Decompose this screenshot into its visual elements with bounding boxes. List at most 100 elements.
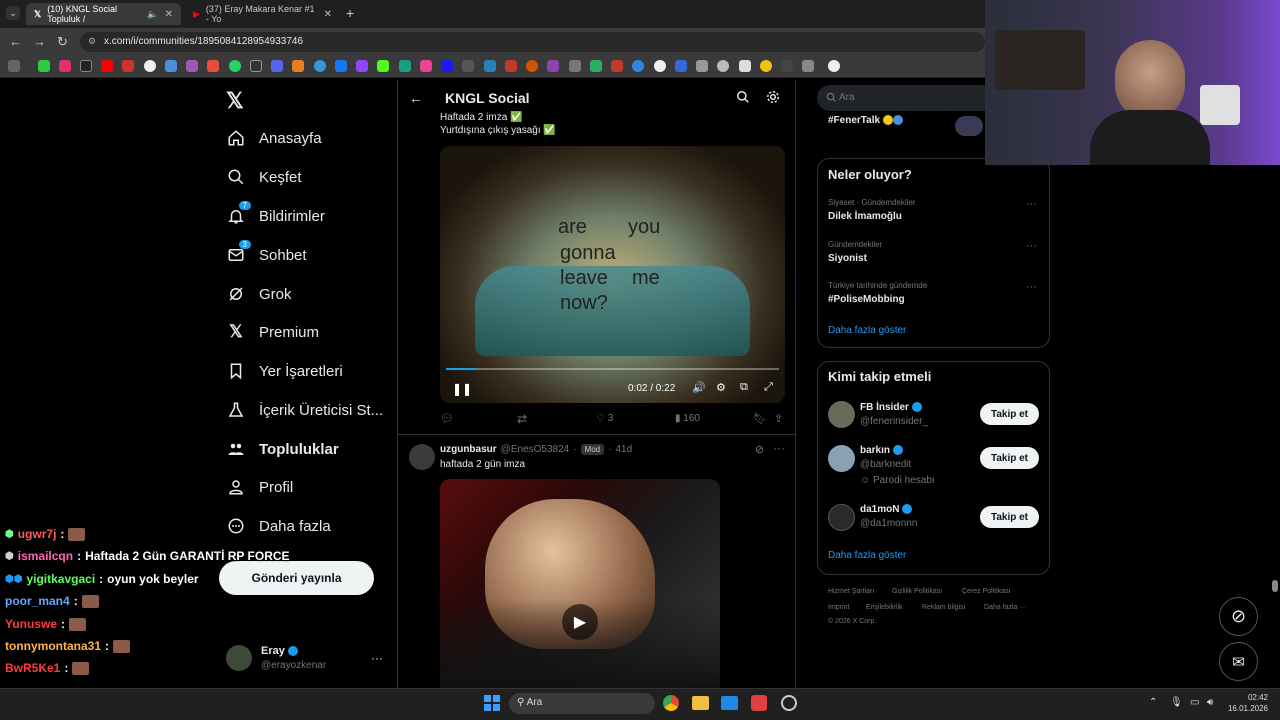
x-bookmark-icon[interactable] [80, 60, 92, 72]
bookmark-icon[interactable] [590, 60, 602, 72]
app-icon[interactable] [781, 695, 797, 711]
new-tab-button[interactable]: + [346, 5, 354, 21]
sidebar-item-bookmarks[interactable]: Yer İşaretleri [227, 358, 343, 384]
bookmark-icon[interactable] [717, 60, 729, 72]
youtube-icon[interactable] [101, 60, 113, 72]
video-player[interactable]: are you gonna leave me now? ❚❚ 0:02 / 0:… [440, 146, 785, 403]
avatar[interactable] [226, 645, 252, 671]
store-icon[interactable] [721, 696, 738, 710]
bookmark-icon[interactable] [696, 60, 708, 72]
kick-icon[interactable] [377, 60, 389, 72]
bookmark-icon[interactable] [186, 60, 198, 72]
bookmark-icon[interactable]: 🔖︎ [753, 412, 767, 425]
footer-link[interactable]: Reklam bilgisi [922, 604, 965, 611]
bookmark-icon[interactable] [292, 60, 304, 72]
footer-link[interactable]: Imprint [828, 604, 849, 611]
repost-icon[interactable]: ⇄ [517, 412, 527, 426]
reply-icon[interactable]: 💬︎ [440, 412, 454, 425]
bookmark-icon[interactable] [547, 60, 559, 72]
follow-name[interactable]: FB İnsider [860, 402, 922, 413]
post-author-handle[interactable]: @EnesO53824 [501, 444, 570, 455]
whatsapp-icon[interactable] [229, 60, 241, 72]
bookmark-icon[interactable] [250, 60, 262, 72]
trend-item[interactable]: Siyaset · Gündemdekiler Dilek İmamoğlu [828, 198, 916, 222]
sidebar-item-more[interactable]: Daha fazla [227, 513, 331, 539]
bookmark-icon[interactable] [484, 60, 496, 72]
bookmark-icon[interactable] [828, 60, 840, 72]
post-author-name[interactable]: uzgunbasur [440, 444, 497, 455]
sidebar-item-chat[interactable]: 3 Sohbet [227, 240, 307, 268]
trends-show-more-link[interactable]: Daha fazla göster [828, 325, 906, 336]
footer-link[interactable]: Erişilebilirlik [866, 604, 903, 611]
gmail-icon[interactable] [122, 60, 134, 72]
bookmark-icon[interactable] [165, 60, 177, 72]
sidebar-item-creator-studio[interactable]: İçerik Üreticisi St... [227, 397, 383, 423]
gear-icon[interactable] [766, 90, 780, 107]
account-name[interactable]: Eray [261, 645, 298, 657]
sidebar-item-communities[interactable]: Topluluklar [227, 436, 339, 462]
trend-more-icon[interactable]: ··· [1026, 240, 1037, 252]
trend-more-icon[interactable]: ··· [1026, 281, 1037, 293]
clock-date[interactable]: 16.01.2026 [1226, 704, 1268, 713]
footer-link[interactable]: Hizmet Şartları [828, 588, 874, 595]
site-info-icon[interactable]: ⚙ [88, 36, 96, 47]
search-input[interactable]: Ara [817, 85, 997, 111]
bookmark-icon[interactable] [441, 60, 453, 72]
search-icon[interactable] [736, 90, 750, 107]
avatar[interactable] [828, 401, 855, 428]
footer-link[interactable]: Çerez Politikası [962, 588, 1011, 595]
follow-button[interactable]: Takip et [980, 506, 1039, 528]
messages-floating-button[interactable]: ✉ [1219, 642, 1258, 681]
taskbar-search[interactable]: ⚲ Ara [509, 693, 655, 714]
grok-icon[interactable]: ⊘ [755, 443, 764, 456]
bookmark-icon[interactable] [526, 60, 538, 72]
trend-item[interactable]: Gündemdekiler Siyonist [828, 240, 882, 264]
more-icon[interactable]: ··· [773, 441, 785, 455]
views-button[interactable]: ▮ 160 [675, 413, 700, 424]
follow-button[interactable]: Takip et [980, 447, 1039, 469]
sidebar-item-profile[interactable]: Profil [227, 474, 293, 500]
bookmark-icon[interactable] [739, 60, 751, 72]
video-thumbnail[interactable]: ▶ [440, 479, 720, 688]
account-more-button[interactable]: ··· [371, 651, 383, 665]
scrollbar-thumb[interactable] [1272, 580, 1278, 592]
footer-link[interactable]: Gizlilik Politikası [892, 588, 942, 595]
back-icon[interactable]: ← [9, 34, 22, 49]
like-button[interactable]: ♡ 3 [596, 413, 613, 424]
bookmark-icon[interactable] [632, 60, 644, 72]
pause-icon[interactable]: ❚❚ [452, 382, 472, 396]
grok-floating-button[interactable]: ⊘ [1219, 597, 1258, 636]
tray-chevron-icon[interactable]: ⌃ [1149, 697, 1157, 708]
bookmark-icon[interactable] [781, 60, 793, 72]
x-logo-icon[interactable]: 𝕏 [226, 88, 244, 114]
bookmark-icon[interactable] [654, 60, 666, 72]
twitch-icon[interactable] [356, 60, 368, 72]
settings-icon[interactable]: ⚙ [716, 381, 726, 394]
address-bar[interactable]: ⚙ x.com/i/communities/189508412895493374… [80, 32, 985, 52]
instagram-icon[interactable] [59, 60, 71, 72]
microphone-icon[interactable]: 🎙︎ [1170, 697, 1183, 708]
fullscreen-icon[interactable]: ⤢ [764, 381, 773, 394]
tab-kngl[interactable]: 𝕏 (10) KNGL Social Topluluk / 🔈 ✕ [26, 3, 181, 25]
bookmark-icon[interactable] [802, 60, 814, 72]
apps-icon[interactable] [8, 60, 20, 72]
bookmark-icon[interactable] [271, 60, 283, 72]
play-icon[interactable]: ▶ [562, 604, 598, 640]
follow-name[interactable]: da1moN [860, 504, 913, 515]
tab-youtube[interactable]: ▶ (37) Eray Makara Kenar #1 - Yo ✕ [185, 3, 340, 25]
bookmark-icon[interactable] [505, 60, 517, 72]
facebook-icon[interactable] [335, 60, 347, 72]
sidebar-item-home[interactable]: Anasayfa [227, 125, 322, 151]
bookmark-icon[interactable] [462, 60, 474, 72]
video-progress-bar[interactable] [446, 368, 779, 370]
close-tab-icon[interactable]: ✕ [165, 9, 173, 20]
start-button[interactable] [484, 695, 500, 711]
trend-item[interactable]: Türkiye tarihinde gündemde #PoliseMobbin… [828, 281, 927, 305]
network-icon[interactable]: ▭ [1190, 697, 1199, 708]
pip-icon[interactable]: ⧉ [740, 381, 748, 394]
back-icon[interactable]: ← [409, 90, 423, 106]
bookmark-icon[interactable] [420, 60, 432, 72]
bookmark-icon[interactable] [38, 60, 50, 72]
chrome-icon[interactable] [663, 695, 679, 711]
follow-name[interactable]: barkın [860, 445, 903, 456]
